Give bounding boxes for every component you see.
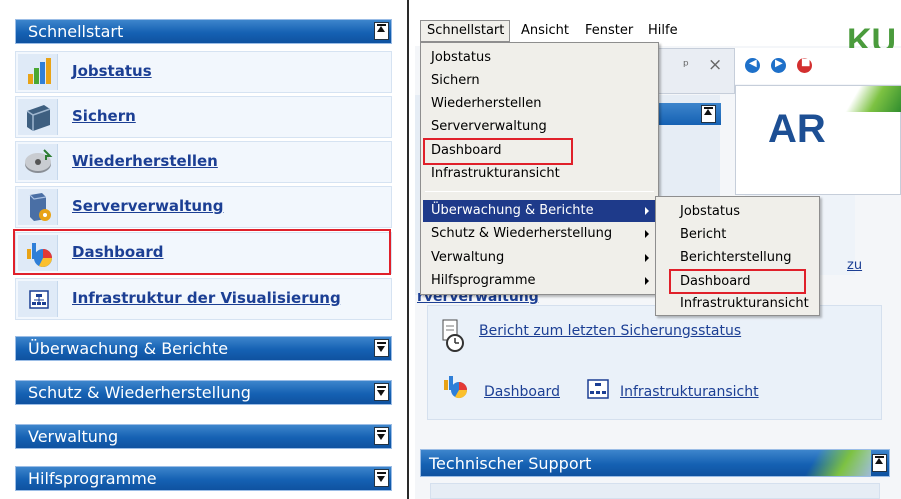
support-header-label: Technischer Support xyxy=(429,454,592,473)
submenu-arrow-icon xyxy=(645,207,649,215)
quickstart-item-label[interactable]: Serververwaltung xyxy=(72,197,223,215)
stop-glyph: ■ xyxy=(801,57,811,68)
jobstatus-chart-icon xyxy=(18,54,58,90)
submenu-item-jobstatus[interactable]: Jobstatus xyxy=(680,204,740,219)
section-label: Hilfsprogramme xyxy=(28,469,157,488)
quickstart-item-label[interactable]: Jobstatus xyxy=(72,62,152,80)
infra-small-icon xyxy=(587,379,609,399)
submenu-item-berichterstellung[interactable]: Berichterstellung xyxy=(680,250,792,265)
section-label: Überwachung & Berichte xyxy=(28,339,229,358)
section-schutz-wiederherstellung[interactable]: Schutz & Wiederherstellung xyxy=(15,380,392,405)
submenu-verwaltung[interactable]: Verwaltung xyxy=(431,250,504,265)
submenu-arrow-icon xyxy=(645,230,649,238)
menu-separator xyxy=(425,191,654,192)
submenu-dashboard-highlight-box xyxy=(669,269,806,294)
infra-link[interactable]: Infrastrukturansicht xyxy=(620,384,759,400)
schnellstart-dropdown: Jobstatus Sichern Wiederherstellen Serve… xyxy=(420,42,659,295)
submenu-arrow-icon xyxy=(645,277,649,285)
quickstart-item-wiederherstellen[interactable]: Wiederherstellen xyxy=(15,141,392,183)
pane-toolbar xyxy=(655,48,735,94)
dashboard-highlight-box xyxy=(13,229,391,275)
expand-icon[interactable] xyxy=(374,427,389,445)
schnellstart-header-label: Schnellstart xyxy=(28,22,124,41)
menu-item-jobstatus[interactable]: Jobstatus xyxy=(431,50,491,65)
support-header[interactable]: Technischer Support xyxy=(420,449,890,477)
quickstart-item-label[interactable]: Wiederherstellen xyxy=(72,152,218,170)
backup-icon xyxy=(18,99,58,135)
quickstart-item-label[interactable]: Sichern xyxy=(72,107,136,125)
support-content xyxy=(430,483,880,499)
menu-item-wiederherstellen[interactable]: Wiederherstellen xyxy=(431,96,541,111)
collapse-icon[interactable] xyxy=(872,454,887,472)
infrastructure-icon xyxy=(18,281,58,317)
submenu-schutz-wiederherstellung[interactable]: Schutz & Wiederherstellung xyxy=(431,226,612,241)
submenu-item-infrastrukturansicht[interactable]: Infrastrukturansicht xyxy=(680,296,809,311)
section-hilfsprogramme[interactable]: Hilfsprogramme xyxy=(15,466,392,491)
expand-icon[interactable] xyxy=(374,383,389,401)
collapse-icon[interactable] xyxy=(701,105,716,123)
dashboard-link[interactable]: Dashboard xyxy=(484,384,560,400)
logo-swoosh xyxy=(836,86,901,112)
dashboard-small-icon xyxy=(442,376,478,400)
quickstart-item-serververwaltung[interactable]: Serververwaltung xyxy=(15,186,392,228)
menubar-item-ansicht[interactable]: Ansicht xyxy=(521,23,569,38)
section-ueberwachung-berichte[interactable]: Überwachung & Berichte xyxy=(15,336,392,361)
quickstart-item-label[interactable]: Infrastruktur der Visualisierung xyxy=(72,289,341,307)
back-arrow-glyph: ◀ xyxy=(749,58,757,69)
server-management-icon xyxy=(18,189,58,225)
section-label: Verwaltung xyxy=(28,427,119,446)
expand-icon[interactable] xyxy=(374,339,389,357)
screenshot-divider xyxy=(407,0,409,499)
support-header-swoosh xyxy=(791,450,871,476)
pin-icon[interactable]: ᵖ xyxy=(683,58,689,74)
menu-item-sichern[interactable]: Sichern xyxy=(431,73,480,88)
submenu-hilfsprogramme[interactable]: Hilfsprogramme xyxy=(431,273,536,288)
menubar-item-label: Schnellstart xyxy=(427,23,505,38)
section-verwaltung[interactable]: Verwaltung xyxy=(15,424,392,449)
forward-arrow-glyph: ▶ xyxy=(775,58,783,69)
schnellstart-header[interactable]: Schnellstart xyxy=(15,19,392,44)
menu-dashboard-highlight-box xyxy=(423,138,573,165)
submenu-item-bericht[interactable]: Bericht xyxy=(680,227,726,242)
collapse-icon[interactable] xyxy=(374,22,389,40)
quickstart-item-jobstatus[interactable]: Jobstatus xyxy=(15,51,392,93)
quickstart-item-sichern[interactable]: Sichern xyxy=(15,96,392,138)
truncated-link[interactable]: zu xyxy=(847,258,862,273)
report-clock-icon xyxy=(439,318,469,354)
submenu-arrow-icon xyxy=(645,254,649,262)
submenu-ueberwachung-berichte[interactable]: Überwachung & Berichte xyxy=(431,203,594,218)
menubar-item-hilfe[interactable]: Hilfe xyxy=(648,23,678,38)
monitoring-submenu: Jobstatus Bericht Berichterstellung Dash… xyxy=(655,196,820,316)
logo-text: AR xyxy=(768,107,826,151)
menu-item-infrastrukturansicht[interactable]: Infrastrukturansicht xyxy=(431,166,560,181)
restore-icon xyxy=(18,144,58,180)
menubar-item-fenster[interactable]: Fenster xyxy=(585,23,633,38)
close-icon[interactable]: × xyxy=(708,55,722,75)
quickstart-item-infrastruktur[interactable]: Infrastruktur der Visualisierung xyxy=(15,278,392,320)
menu-item-serververwaltung[interactable]: Serververwaltung xyxy=(431,119,547,134)
expand-icon[interactable] xyxy=(374,469,389,487)
section-label: Schutz & Wiederherstellung xyxy=(28,383,251,402)
report-link[interactable]: Bericht zum letzten Sicherungsstatus xyxy=(479,323,741,339)
